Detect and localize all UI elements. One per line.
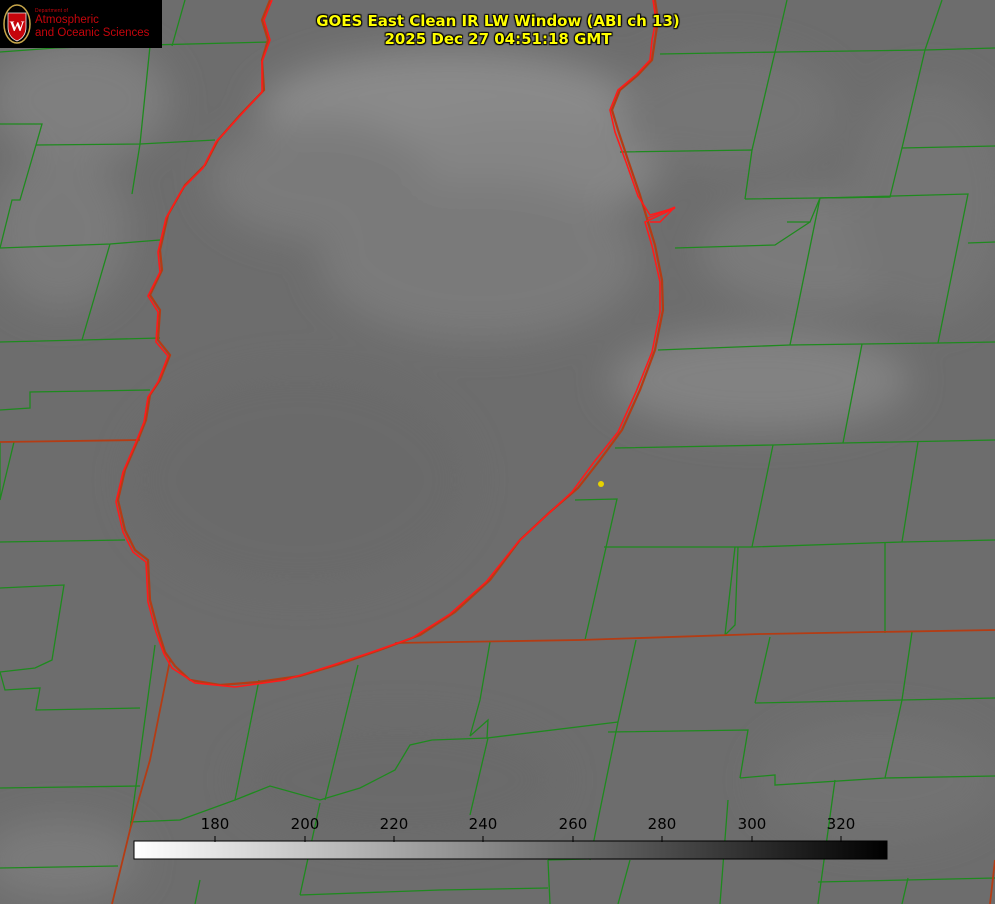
- logo-line1: Atmospheric: [35, 14, 99, 26]
- logo-text: Department of Atmospheric and Oceanic Sc…: [35, 9, 149, 39]
- colorbar-tick-label: 200: [290, 815, 320, 833]
- colorbar-tick-label: 320: [826, 815, 856, 833]
- colorbar-gradient: [133, 840, 888, 860]
- colorbar-tick-label: 280: [647, 815, 677, 833]
- image-title: GOES East Clean IR LW Window (ABI ch 13)…: [302, 12, 694, 48]
- satellite-map: [0, 0, 995, 904]
- colorbar-tick-label: 260: [558, 815, 588, 833]
- colorbar-tick-label: 300: [737, 815, 767, 833]
- svg-text:W: W: [10, 19, 25, 35]
- station-marker: [598, 481, 604, 487]
- logo-line2: and Oceanic Sciences: [35, 26, 150, 39]
- title-product: GOES East Clean IR LW Window (ABI ch 13): [316, 12, 680, 30]
- uw-seal-icon: W: [3, 4, 31, 44]
- uw-aos-logo: W Department of Atmospheric and Oceanic …: [0, 0, 162, 48]
- colorbar-tick-label: 240: [468, 815, 498, 833]
- colorbar-tick-label: 220: [379, 815, 409, 833]
- title-timestamp: 2025 Dec 27 04:51:18 GMT: [384, 30, 612, 48]
- colorbar-tick-label: 180: [200, 815, 230, 833]
